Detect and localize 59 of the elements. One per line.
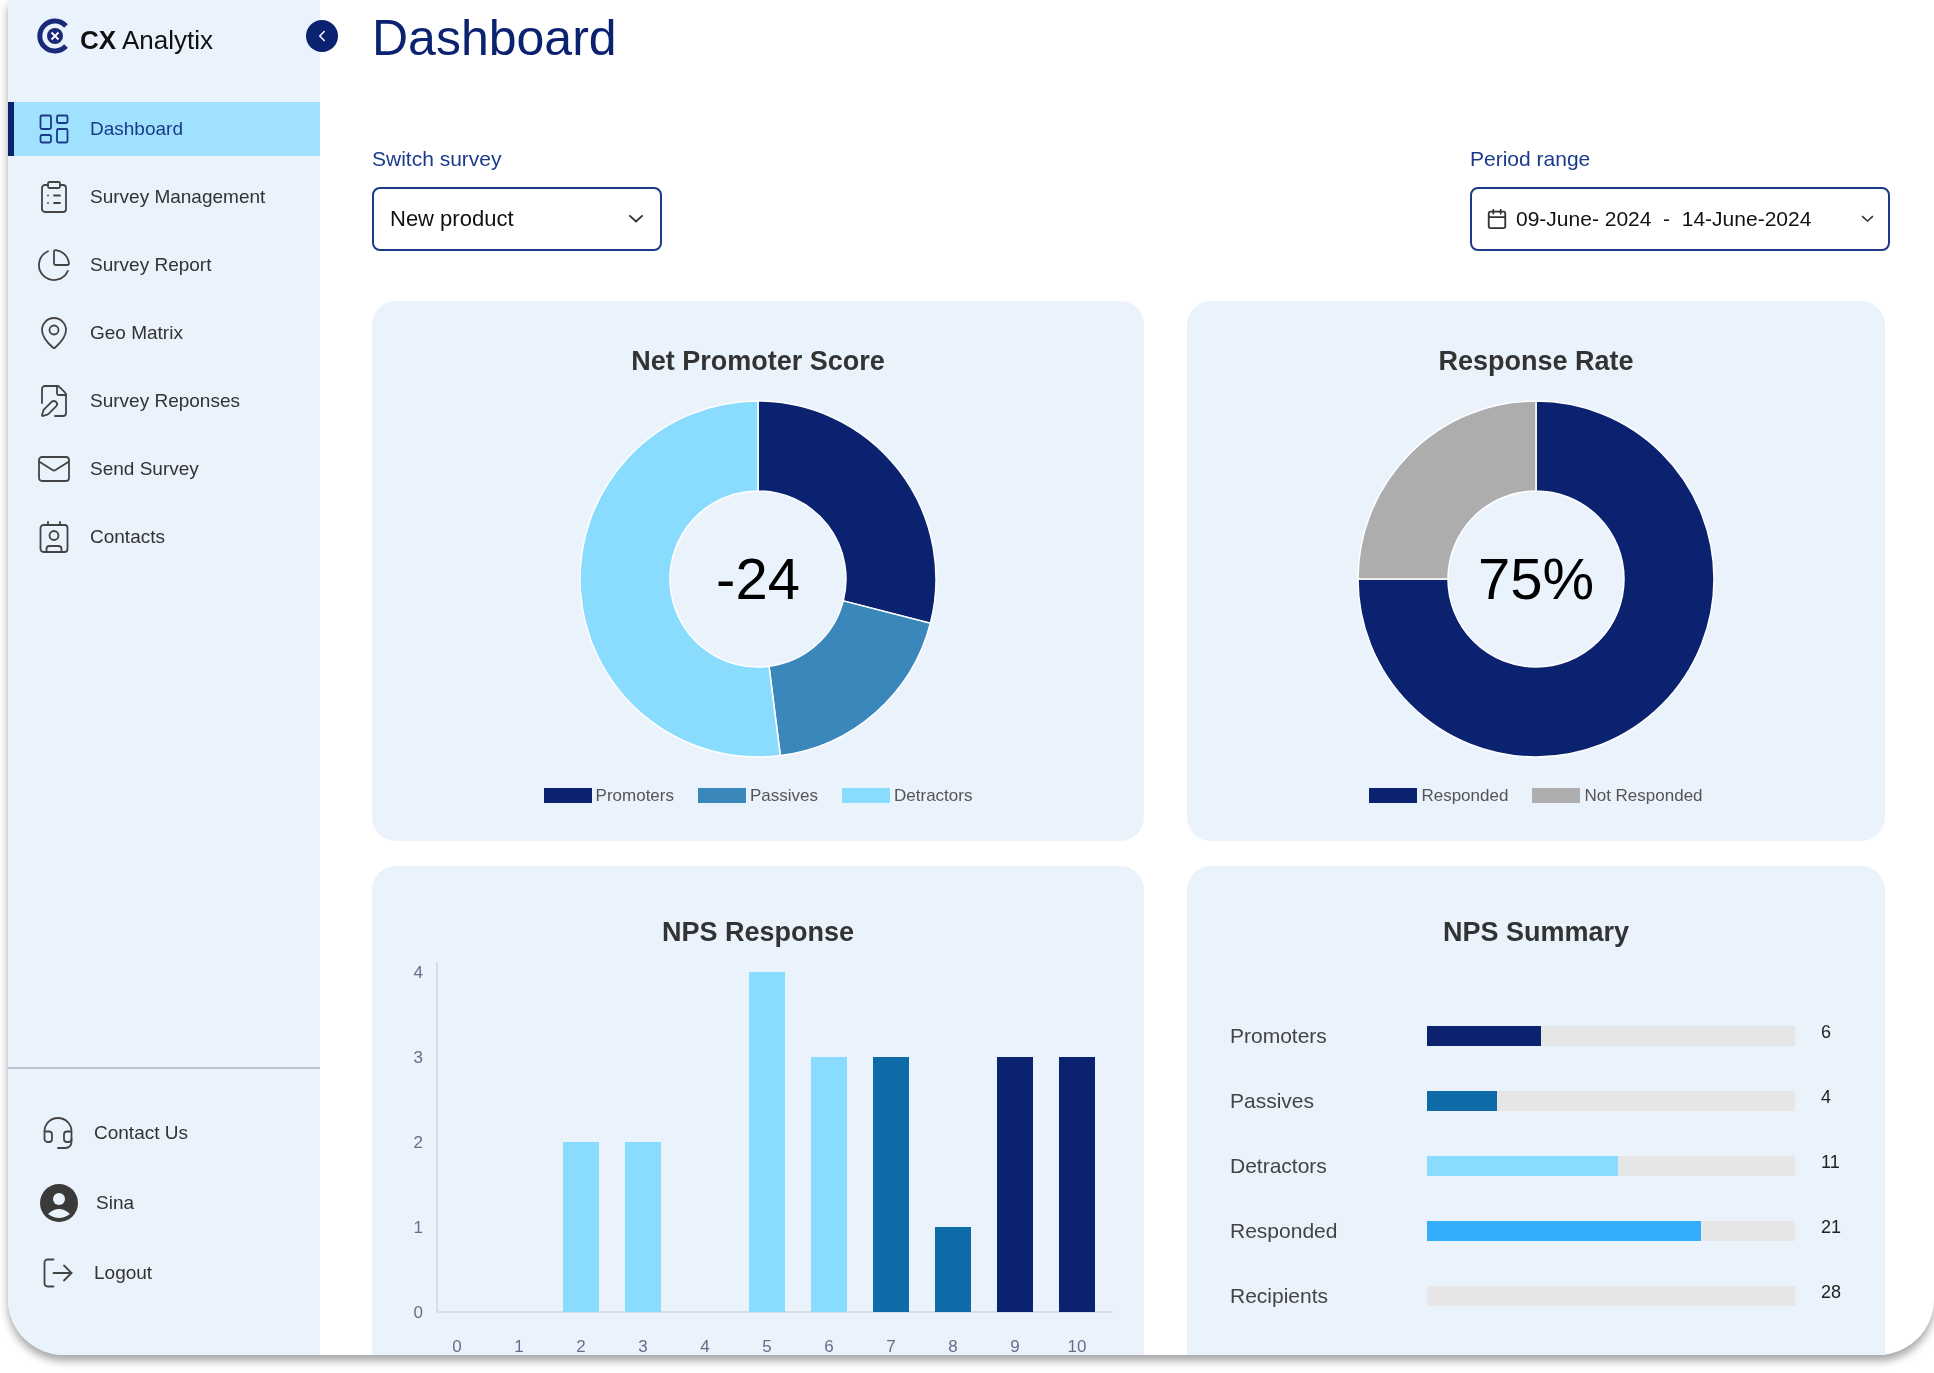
summary-value: 21	[1821, 1215, 1842, 1239]
pie-chart-icon	[36, 247, 72, 283]
date-range-field[interactable]: 09-June- 2024 - 14-June-2024	[1470, 186, 1890, 251]
x-tick-label: 5	[762, 1337, 772, 1355]
nav-item[interactable]: Survey Reponses	[8, 374, 320, 428]
user-avatar-icon	[40, 1184, 78, 1222]
page-title: Dashboard	[372, 9, 618, 68]
x-tick-label: 1	[514, 1337, 524, 1355]
survey-select[interactable]: New product	[372, 186, 662, 251]
card-title: NPS Summary	[1442, 915, 1630, 949]
legend-label: Not Responded	[1584, 785, 1703, 807]
x-tick-label: 2	[576, 1337, 586, 1355]
x-tick-label: 10	[1067, 1337, 1087, 1355]
field-label: Switch survey	[372, 146, 503, 172]
summary-label: Promoters	[1230, 1023, 1328, 1050]
center-value: 75%	[1477, 550, 1595, 608]
x-tick-label: 3	[638, 1337, 648, 1355]
summary-label: Detractors	[1230, 1153, 1328, 1180]
legend-label: Detractors	[894, 785, 973, 807]
sidebar-footer-item[interactable]: Contact Us	[8, 1111, 320, 1155]
summary-label: Responded	[1230, 1218, 1339, 1245]
summary-label: Recipients	[1230, 1283, 1330, 1310]
summary-value: 6	[1821, 1020, 1831, 1044]
summary-label: Passives	[1230, 1088, 1316, 1115]
legend-label: Responded	[1421, 785, 1509, 807]
summary-value: 4	[1821, 1085, 1831, 1109]
nav-item[interactable]: Survey Management	[8, 170, 320, 224]
calendar-icon	[1486, 207, 1508, 230]
y-tick-label: 3	[413, 1048, 423, 1067]
x-tick-label: 7	[886, 1337, 896, 1355]
nav-item[interactable]: Send Survey	[8, 442, 320, 496]
logo-text: CX Analytix	[80, 24, 213, 57]
nav-item[interactable]: Dashboard	[8, 102, 320, 156]
card-title: NPS Response	[661, 915, 855, 949]
card-title: Response Rate	[1438, 344, 1634, 378]
nav-item[interactable]: Contacts	[8, 510, 320, 564]
field-label: Period range	[1470, 146, 1592, 172]
nav-item[interactable]: Geo Matrix	[8, 306, 320, 360]
summary-value: 28	[1821, 1280, 1842, 1304]
center-value: -24	[716, 550, 800, 608]
sidebar-footer-item[interactable]: Sina	[8, 1181, 320, 1225]
summary-value: 11	[1821, 1150, 1840, 1174]
legend-label: Passives	[750, 785, 818, 807]
x-tick-label: 4	[700, 1337, 710, 1355]
legend-label: Promoters	[595, 785, 674, 807]
y-tick-label: 4	[413, 963, 423, 982]
y-tick-label: 2	[413, 1133, 423, 1152]
nav-item[interactable]: Survey Report	[8, 238, 320, 292]
chevron-down-icon	[628, 214, 644, 223]
sidebar-footer-item[interactable]: Logout	[8, 1251, 320, 1295]
x-tick-label: 9	[1010, 1337, 1020, 1355]
x-tick-label: 6	[824, 1337, 834, 1355]
x-tick-label: 0	[452, 1337, 462, 1355]
chevron-down-icon	[1861, 214, 1874, 223]
card-title: Net Promoter Score	[631, 344, 885, 378]
y-tick-label: 1	[413, 1218, 423, 1237]
y-tick-label: 0	[413, 1303, 423, 1322]
x-tick-label: 8	[948, 1337, 958, 1355]
collapse-sidebar-button[interactable]	[306, 20, 338, 52]
